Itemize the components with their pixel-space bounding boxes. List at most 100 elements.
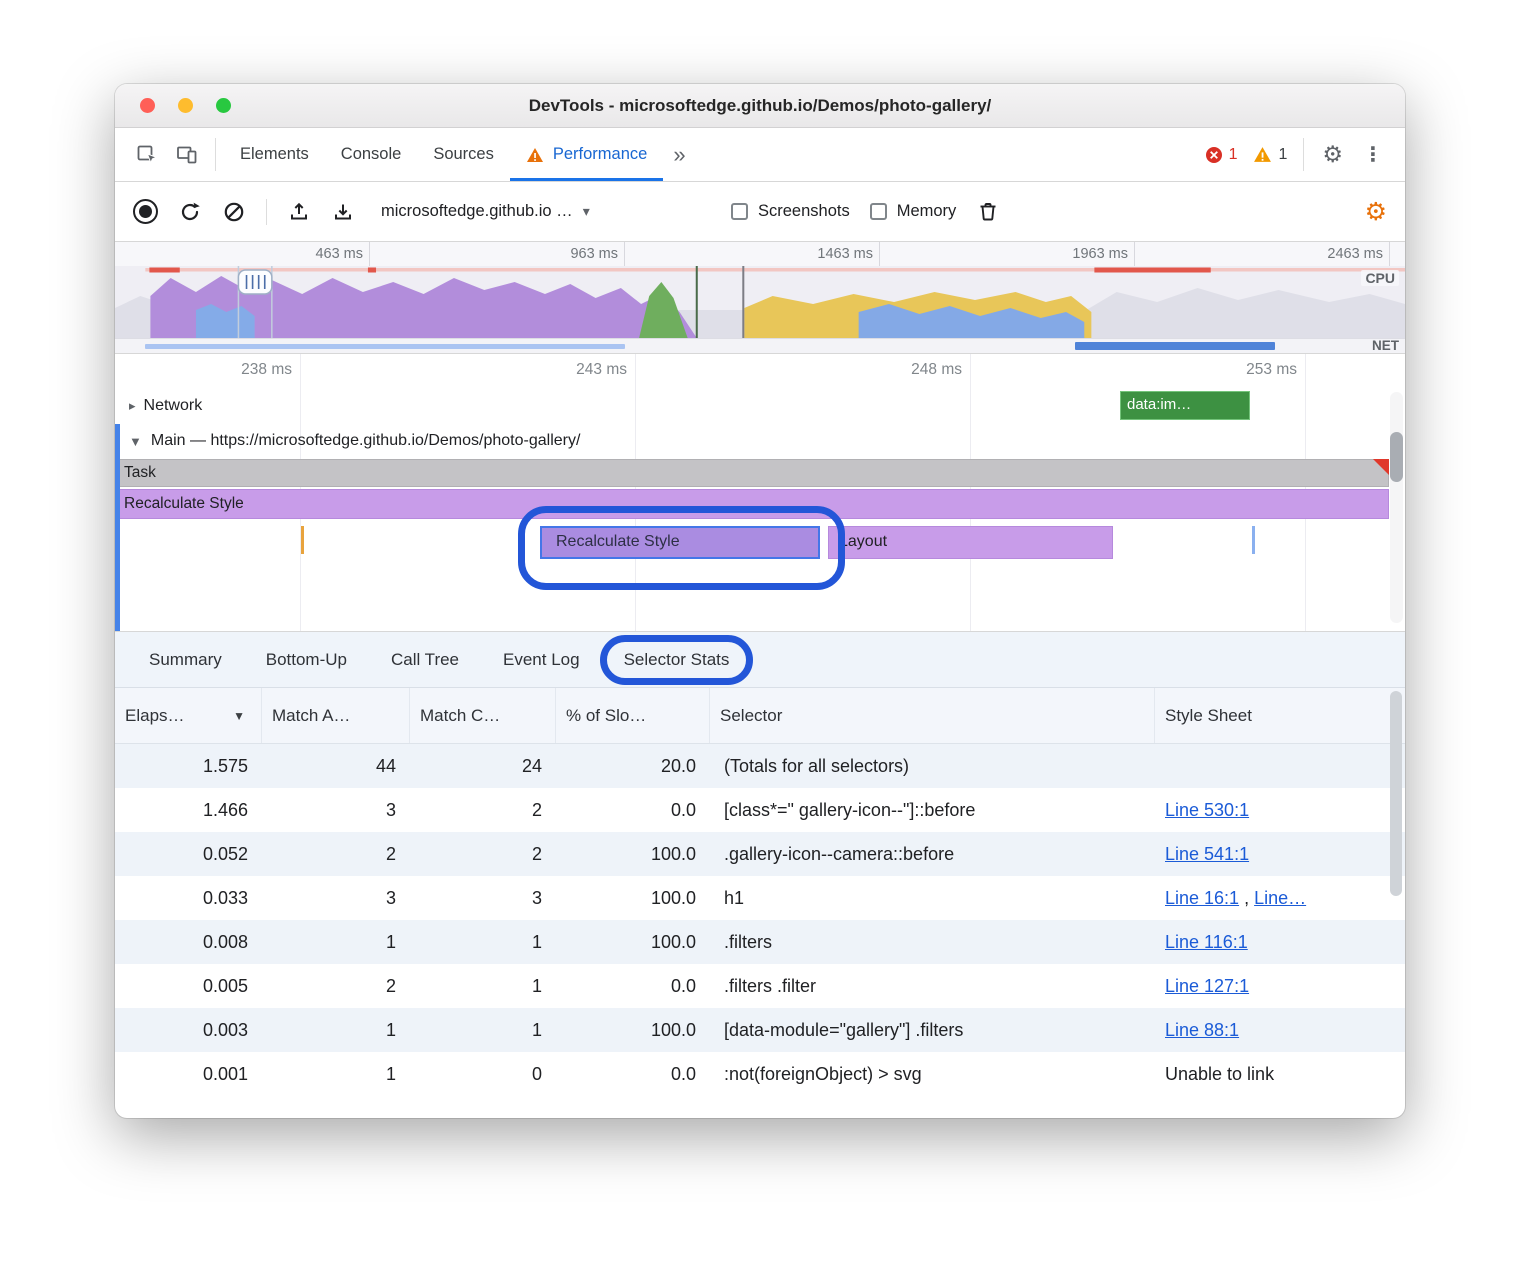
reload-and-record-button[interactable] — [178, 200, 202, 224]
style-sheet-link[interactable]: Line 541:1 — [1165, 844, 1249, 864]
tab-summary[interactable]: Summary — [149, 650, 222, 670]
device-toolbar-button[interactable] — [167, 136, 207, 174]
scrollbar-thumb[interactable] — [1390, 432, 1403, 482]
table-row[interactable]: 1.575 44 24 20.0 (Totals for all selecto… — [115, 744, 1405, 788]
tab-call-tree[interactable]: Call Tree — [391, 650, 459, 670]
tab-elements[interactable]: Elements — [224, 128, 325, 181]
column-header-style-sheet[interactable]: Style Sheet — [1155, 688, 1405, 743]
cell-style-sheet: Line 116:1 — [1155, 932, 1405, 953]
event-tick — [301, 526, 304, 554]
time-label: 1963 ms — [880, 242, 1135, 266]
flame-chart-row: Recalculate Style Layout — [115, 522, 1405, 632]
column-header-selector[interactable]: Selector — [710, 688, 1155, 743]
table-scrollbar-thumb[interactable] — [1390, 691, 1402, 896]
recalculate-style-bar[interactable]: Recalculate Style — [115, 489, 1389, 519]
flame-chart-panel[interactable]: 238 ms 243 ms 248 ms 253 ms ▸ Network da… — [115, 354, 1405, 632]
column-header-pct-slow[interactable]: % of Slo… — [556, 688, 710, 743]
cell-match-attempts: 2 — [262, 976, 410, 997]
time-label: 253 ms — [970, 354, 1305, 388]
settings-button[interactable]: ⚙ — [1312, 141, 1353, 168]
timeline-scrollbar[interactable] — [1390, 392, 1403, 623]
style-sheet-link[interactable]: Line… — [1254, 888, 1306, 908]
cell-match-attempts: 1 — [262, 1020, 410, 1041]
save-profile-button[interactable] — [331, 200, 355, 224]
record-button[interactable] — [133, 199, 158, 224]
memory-checkbox[interactable]: Memory — [870, 202, 957, 221]
tab-console[interactable]: Console — [325, 128, 418, 181]
tab-performance[interactable]: Performance — [510, 128, 663, 181]
load-profile-button[interactable] — [287, 200, 311, 224]
style-sheet-link[interactable]: Line 116:1 — [1165, 932, 1248, 952]
inspect-icon — [135, 143, 159, 167]
style-sheet-link[interactable]: Line 16:1 — [1165, 888, 1239, 908]
expander-collapsed-icon[interactable]: ▸ — [129, 398, 136, 414]
cell-match-count: 2 — [410, 844, 556, 865]
cell-elapsed: 1.575 — [115, 756, 262, 777]
style-sheet-link[interactable]: Line 127:1 — [1165, 976, 1249, 996]
style-sheet-link[interactable]: Line 530:1 — [1165, 800, 1249, 820]
zoom-button[interactable] — [216, 98, 231, 113]
table-row[interactable]: 0.033 3 3 100.0 h1 Line 16:1 , Line… — [115, 876, 1405, 920]
timeline-overview[interactable]: 463 ms 963 ms 1463 ms 1963 ms 2463 ms — [115, 242, 1405, 354]
net-label: NET — [1372, 338, 1399, 353]
task-event-bar[interactable]: Task — [115, 459, 1389, 487]
divider — [266, 199, 267, 225]
cell-match-attempts: 1 — [262, 932, 410, 953]
selection-handle[interactable] — [238, 270, 271, 294]
cell-selector: (Totals for all selectors) — [710, 756, 1155, 777]
inspect-element-button[interactable] — [127, 136, 167, 174]
cell-match-count: 1 — [410, 932, 556, 953]
column-header-elapsed[interactable]: Elaps… ▼ — [115, 688, 262, 743]
profile-select[interactable]: microsoftedge.github.io … ▾ — [381, 202, 711, 221]
cell-match-count: 1 — [410, 976, 556, 997]
minimize-button[interactable] — [178, 98, 193, 113]
cell-match-count: 3 — [410, 888, 556, 909]
network-request-block[interactable]: data:im… — [1120, 391, 1250, 420]
table-row[interactable]: 0.005 2 1 0.0 .filters .filter Line 127:… — [115, 964, 1405, 1008]
tab-sources[interactable]: Sources — [417, 128, 510, 181]
more-tabs-button[interactable]: » — [663, 128, 695, 181]
network-activity-bar — [145, 344, 625, 349]
cell-pct-slow: 0.0 — [556, 1064, 710, 1085]
gear-icon: ⚙ — [1365, 198, 1387, 226]
traffic-lights — [140, 98, 231, 113]
main-track-header[interactable]: ▼ Main — https://microsoftedge.github.io… — [115, 424, 1405, 458]
warning-count-badge[interactable]: 1 — [1245, 146, 1295, 164]
selected-recalculate-style-block[interactable]: Recalculate Style — [540, 526, 820, 559]
tab-selector-stats[interactable]: Selector Stats — [624, 650, 730, 670]
checkbox-label: Screenshots — [758, 202, 850, 221]
network-track[interactable]: ▸ Network data:im… — [115, 388, 1405, 424]
checkbox-label: Memory — [897, 202, 957, 221]
close-button[interactable] — [140, 98, 155, 113]
time-label: 963 ms — [370, 242, 625, 266]
table-row[interactable]: 1.466 3 2 0.0 [class*=" gallery-icon--"]… — [115, 788, 1405, 832]
table-row[interactable]: 0.003 1 1 100.0 [data-module="gallery"] … — [115, 1008, 1405, 1052]
table-row[interactable]: 0.001 1 0 0.0 :not(foreignObject) > svg … — [115, 1052, 1405, 1096]
cell-match-count: 24 — [410, 756, 556, 777]
main-menu-button[interactable]: ⋮ — [1353, 142, 1393, 167]
expander-expanded-icon[interactable]: ▼ — [129, 434, 142, 449]
cell-elapsed: 0.033 — [115, 888, 262, 909]
cell-pct-slow: 0.0 — [556, 800, 710, 821]
tab-event-log[interactable]: Event Log — [503, 650, 580, 670]
screenshots-checkbox[interactable]: Screenshots — [731, 202, 850, 221]
time-label: 463 ms — [115, 242, 370, 266]
warning-icon — [1253, 146, 1272, 163]
warning-count: 1 — [1278, 146, 1287, 164]
style-sheet-link[interactable]: Line 88:1 — [1165, 1020, 1239, 1040]
tab-bottom-up[interactable]: Bottom-Up — [266, 650, 347, 670]
column-header-match-count[interactable]: Match C… — [410, 688, 556, 743]
clear-button[interactable] — [222, 200, 246, 224]
network-track-label: Network — [144, 397, 203, 415]
table-row[interactable]: 0.052 2 2 100.0 .gallery-icon--camera::b… — [115, 832, 1405, 876]
error-count-badge[interactable]: 1 — [1197, 146, 1246, 164]
cpu-activity-chart[interactable]: CPU — [115, 266, 1405, 338]
layout-block[interactable]: Layout — [828, 526, 1113, 559]
column-header-match-attempts[interactable]: Match A… — [262, 688, 410, 743]
capture-settings-button[interactable]: ⚙ — [1365, 197, 1387, 227]
divider — [215, 138, 216, 171]
warning-icon — [526, 147, 544, 163]
table-row[interactable]: 0.008 1 1 100.0 .filters Line 116:1 — [115, 920, 1405, 964]
collect-garbage-button[interactable] — [976, 200, 1000, 224]
sort-descending-icon: ▼ — [233, 709, 245, 723]
